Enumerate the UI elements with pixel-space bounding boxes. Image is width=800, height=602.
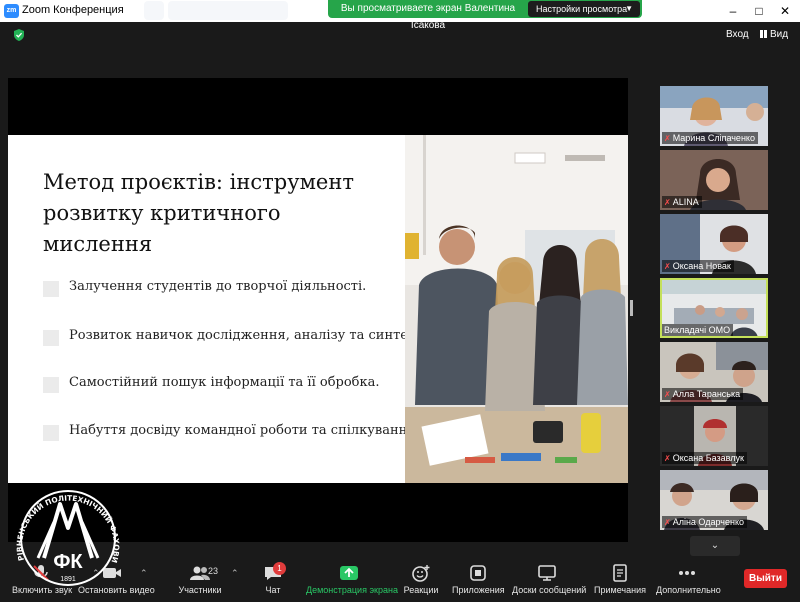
bullet-marker xyxy=(43,330,59,346)
unmute-label: Включить звук xyxy=(12,585,73,595)
participant-name: Марина Сліпаченко xyxy=(672,133,755,143)
share-screen-label: Демонстрация экрана xyxy=(306,585,398,595)
bullet-text: Залучення студентів до творчої діяльност… xyxy=(69,279,367,294)
view-button[interactable]: Вид xyxy=(760,29,788,40)
participant-name-label: ✗ ALINA xyxy=(662,196,702,208)
participant-name-label: ✗ Алла Таранська xyxy=(662,388,744,400)
chat-unread-badge: 1 xyxy=(273,562,286,575)
share-banner-message: Вы просматриваете экран Валентина Ісаков… xyxy=(340,3,516,31)
grid-view-icon xyxy=(760,30,767,38)
participant-tile[interactable]: ✗ Оксана Базавлук xyxy=(660,406,768,466)
shield-check-icon[interactable] xyxy=(14,29,24,41)
participants-label: Участники xyxy=(178,585,222,595)
notes-label: Примечания xyxy=(594,585,646,595)
presentation-slide: Метод проєктів: інструмент розвитку крит… xyxy=(8,135,628,483)
bullet-marker xyxy=(43,281,59,297)
participant-tile[interactable]: ✗ Марина Сліпаченко xyxy=(660,86,768,146)
mic-muted-icon: ✗ xyxy=(664,198,671,207)
chat-label: Чат xyxy=(265,585,281,595)
view-label: Вид xyxy=(770,29,789,40)
participant-name: Оксана Новак xyxy=(672,261,731,271)
participants-options-chevron-icon[interactable]: ⌃ xyxy=(231,568,239,579)
view-options-dropdown[interactable]: Настройки просмотра ▼ xyxy=(528,1,640,17)
participant-name-label: ✗ Марина Сліпаченко xyxy=(662,132,758,144)
slide-title: Метод проєктів: інструмент розвитку крит… xyxy=(43,170,354,256)
college-logo-watermark: РІВНЕНСЬКИЙ ПОЛІТЕХНІЧНИЙ ФАХОВИЙ КОЛЕДЖ… xyxy=(10,482,121,586)
mic-muted-icon: ✗ xyxy=(664,390,671,399)
participant-name-label: ✗ Оксана Новак xyxy=(662,260,734,272)
whiteboards-label: Доски сообщений xyxy=(512,585,587,595)
bullet-marker xyxy=(43,377,59,393)
video-options-chevron-icon[interactable]: ⌃ xyxy=(140,568,148,579)
more-button[interactable]: Дополнительно xyxy=(656,564,721,595)
minimize-icon[interactable]: – xyxy=(720,0,746,22)
background-tab xyxy=(168,1,288,20)
participant-name-label: ✗ Оксана Базавлук xyxy=(662,452,747,464)
mic-muted-icon: ✗ xyxy=(664,134,671,143)
participant-tile[interactable]: ✗ ALINA xyxy=(660,150,768,210)
bullet-marker xyxy=(43,425,59,441)
apps-label: Приложения xyxy=(452,585,505,595)
logo-initials: ФК xyxy=(53,551,83,573)
reactions-button[interactable]: Реакции xyxy=(403,564,439,595)
panel-resize-handle[interactable] xyxy=(630,300,633,316)
bullet-text: Самостійний пошук інформації та її оброб… xyxy=(69,375,380,390)
gallery-scroll-down-button[interactable]: ⌄ xyxy=(690,536,740,556)
screen-share-banner: Вы просматриваете экран Валентина Ісаков… xyxy=(328,0,642,31)
apps-button[interactable]: Приложения xyxy=(452,564,505,595)
chevron-down-icon: ⌄ xyxy=(710,540,720,551)
participant-name: Аліна Одарченко xyxy=(672,517,745,527)
close-icon[interactable]: ✕ xyxy=(772,0,798,22)
participant-name: ALINA xyxy=(672,197,699,207)
slide-bullet: Розвиток навичок дослідження, аналізу та… xyxy=(43,327,427,347)
logo-year: 1891 xyxy=(60,576,76,583)
share-screen-button[interactable]: Демонстрация экрана xyxy=(306,564,398,595)
participant-name-label: Викладачі ОМО xyxy=(662,324,734,336)
enter-button[interactable]: Вход xyxy=(726,29,749,40)
smiley-plus-icon xyxy=(412,565,430,582)
window-title: Zoom Конференция xyxy=(22,4,124,16)
slide-bullet: Набуття досвіду командної роботи та спіл… xyxy=(43,422,420,442)
participants-count: 23 xyxy=(208,566,219,576)
slide-bullet: Залучення студентів до творчої діяльност… xyxy=(43,278,413,298)
mic-muted-icon: ✗ xyxy=(664,454,671,463)
participant-tile[interactable]: Викладачі ОМО xyxy=(660,278,768,338)
participant-tile[interactable]: ✗ Аліна Одарченко xyxy=(660,470,768,530)
participant-tile[interactable]: ✗ Оксана Новак xyxy=(660,214,768,274)
maximize-icon[interactable]: □ xyxy=(746,0,772,22)
whiteboards-button[interactable]: Доски сообщений xyxy=(512,564,587,595)
slide-bullet: Самостійний пошук інформації та її оброб… xyxy=(43,374,413,394)
view-options-label: Настройки просмотра xyxy=(536,4,628,14)
apps-icon xyxy=(470,565,486,581)
stop-video-label: Остановить видео xyxy=(78,585,155,595)
share-screen-icon xyxy=(340,566,358,580)
mic-muted-icon: ✗ xyxy=(664,518,671,527)
whiteboard-icon xyxy=(538,565,556,581)
reactions-label: Реакции xyxy=(403,585,439,595)
bullet-text: Набуття досвіду командної роботи та спіл… xyxy=(69,423,420,438)
more-dots-icon xyxy=(679,571,695,575)
participant-name-label: ✗ Аліна Одарченко xyxy=(662,516,748,528)
notes-icon xyxy=(613,564,627,582)
zoom-app-icon: zm xyxy=(4,4,19,18)
participant-name: Оксана Базавлук xyxy=(672,453,744,463)
more-label: Дополнительно xyxy=(656,585,721,595)
chevron-down-icon: ▼ xyxy=(625,4,633,13)
notes-button[interactable]: Примечания xyxy=(594,564,646,595)
participant-tile[interactable]: ✗ Алла Таранська xyxy=(660,342,768,402)
leave-meeting-button[interactable]: Выйти xyxy=(744,569,787,588)
participant-name: Викладачі ОМО xyxy=(664,325,731,335)
students-collaboration-photo xyxy=(405,135,628,483)
participant-name: Алла Таранська xyxy=(672,389,741,399)
bullet-text: Розвиток навичок дослідження, аналізу та… xyxy=(69,328,427,343)
mic-muted-icon: ✗ xyxy=(664,262,671,271)
background-tab xyxy=(144,1,164,20)
